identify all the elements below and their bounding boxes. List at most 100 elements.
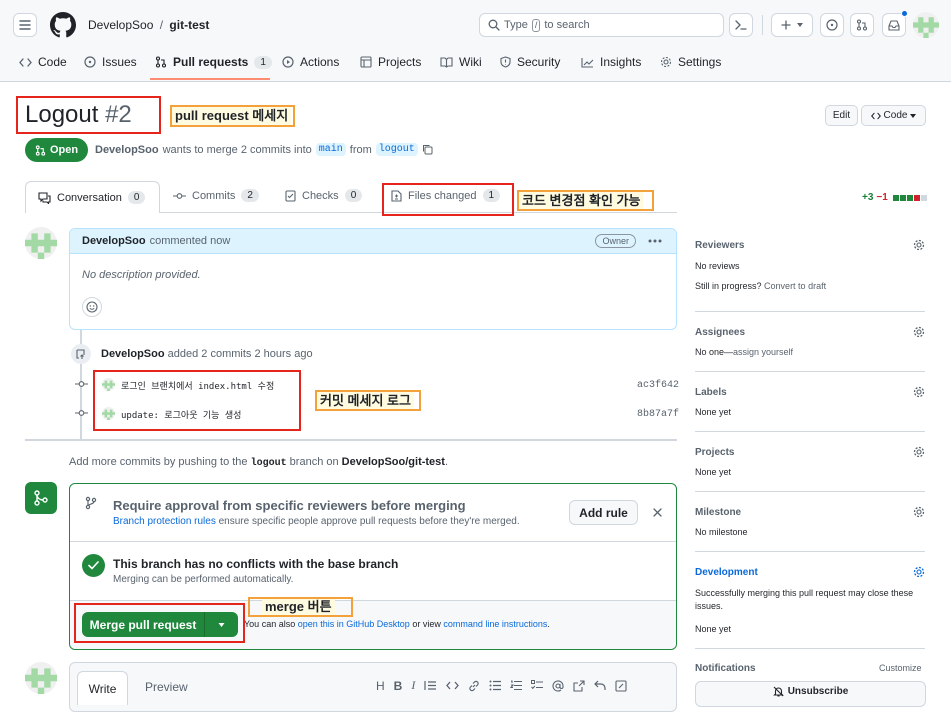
tab-preview[interactable]: Preview [145,680,188,694]
comment-body: No description provided. [82,269,201,281]
code-dropdown-button[interactable]: Code [861,105,926,126]
owner-badge: Owner [595,234,636,248]
tab-settings[interactable]: Settings [660,48,721,76]
tab-security[interactable]: Security [500,48,560,76]
customize-link[interactable]: Customize [879,663,922,673]
pr-author[interactable]: DevelopSoo [95,144,159,156]
tab-commits[interactable]: Commits 2 [173,189,259,202]
sidebar-reviewers-title[interactable]: Reviewers [695,240,744,251]
push-hint-repo[interactable]: DevelopSoo/git-test [342,456,445,468]
tab-pull-requests[interactable]: Pull requests 1 [155,48,272,76]
sidebar-development-title[interactable]: Development [695,567,758,578]
reply-icon[interactable] [594,680,606,691]
tab-projects[interactable]: Projects [360,48,421,76]
commits-event: DevelopSoo added 2 commits 2 hours ago [101,348,313,360]
github-logo-icon[interactable] [50,12,76,38]
breadcrumb-owner[interactable]: DevelopSoo [88,18,153,32]
gear-icon[interactable] [913,566,925,578]
breadcrumb-repo[interactable]: git-test [169,18,209,32]
push-hint-middle: branch on [289,456,339,468]
search-input[interactable]: Type / to search [479,13,724,37]
issue-icon [84,56,96,68]
notification-dot [901,10,908,17]
tab-insights[interactable]: Insights [581,48,641,76]
avatar[interactable] [25,227,57,259]
sidebar-labels-value: None yet [695,407,732,417]
graph-icon [581,57,594,68]
commit-sha[interactable]: ac3f642 [637,380,679,391]
sidebar-milestone-title[interactable]: Milestone [695,507,741,518]
push-hint-suffix: . [444,456,449,468]
gear-icon[interactable] [913,239,925,251]
tasklist-icon[interactable] [531,680,544,691]
mention-icon[interactable] [552,680,564,692]
base-branch[interactable]: main [315,143,346,156]
cli-instructions-link[interactable]: command line instructions [443,619,547,629]
gear-icon[interactable] [913,446,925,458]
pull-requests-icon[interactable] [850,13,874,37]
commits-event-author[interactable]: DevelopSoo [101,348,165,360]
branch-protection-link[interactable]: Branch protection rules [113,516,216,527]
fullscreen-icon[interactable] [615,679,627,692]
tab-write[interactable]: Write [77,671,128,705]
edit-button[interactable]: Edit [825,105,858,126]
caret-down-icon [797,23,803,27]
add-rule-button[interactable]: Add rule [569,500,638,525]
smiley-icon[interactable] [82,297,102,317]
global-header: DevelopSoo / git-test Type / to search C… [0,0,951,82]
tab-commits-label: Commits [192,189,236,202]
status-label: Open [50,144,79,156]
menu-icon[interactable] [13,13,37,37]
gear-icon[interactable] [913,386,925,398]
ordered-list-icon[interactable] [510,680,523,691]
sidebar-divider [695,371,925,372]
sidebar-assignees-title[interactable]: Assignees [695,327,745,338]
command-palette-icon[interactable] [729,13,753,37]
sidebar-projects-title[interactable]: Projects [695,447,734,458]
gear-icon[interactable] [913,326,925,338]
convert-to-draft-link[interactable]: Convert to draft [764,281,826,291]
shield-icon [500,56,511,68]
commit-sha[interactable]: 8b87a7f [637,409,679,420]
tab-code[interactable]: Code [19,48,67,76]
sidebar-development-desc: Successfully merging this pull request m… [695,588,914,611]
user-avatar[interactable] [913,12,939,38]
unordered-list-icon[interactable] [489,680,502,691]
issues-icon[interactable] [820,13,844,37]
head-branch[interactable]: logout [375,143,418,156]
code-icon[interactable] [446,681,460,690]
tab-conversation-count: 0 [127,191,146,204]
tab-conversation[interactable]: Conversation 0 [25,181,160,213]
close-icon[interactable] [653,508,662,517]
heading-icon[interactable]: H [376,679,385,693]
tab-checks-count: 0 [344,189,363,202]
sidebar-labels-title[interactable]: Labels [695,387,727,398]
open-desktop-link[interactable]: open this in GitHub Desktop [298,619,410,629]
tab-security-label: Security [517,55,561,69]
tab-wiki-label: Wiki [459,55,482,69]
copy-icon[interactable] [422,144,433,155]
bold-icon[interactable]: B [394,679,403,693]
tab-checks[interactable]: Checks 0 [285,189,363,202]
assign-yourself-link[interactable]: assign yourself [733,347,793,357]
annotation-box-files-changed [382,183,514,216]
tab-actions[interactable]: Actions [282,48,339,76]
italic-icon[interactable]: I [411,678,415,693]
avatar[interactable] [25,662,57,694]
comment-author[interactable]: DevelopSoo [82,235,146,247]
push-hint-prefix: Add more commits by pushing to the [69,456,248,468]
gear-icon[interactable] [913,506,925,518]
link-icon[interactable] [468,680,480,692]
tab-issues[interactable]: Issues [84,48,137,76]
sidebar-reviewers-draft-prefix: Still in progress? [695,281,762,291]
unsubscribe-button[interactable]: Unsubscribe [695,681,926,707]
kebab-horizontal-icon[interactable] [648,239,662,243]
create-new-button[interactable] [771,13,813,37]
quote-icon[interactable] [424,680,437,691]
sidebar-projects-value: None yet [695,467,732,477]
cross-reference-icon[interactable] [573,679,585,692]
tab-wiki[interactable]: Wiki [440,48,482,76]
table-icon [360,56,372,68]
code-icon [870,112,881,119]
merge-alternatives: You can also open this in GitHub Desktop… [244,619,550,629]
